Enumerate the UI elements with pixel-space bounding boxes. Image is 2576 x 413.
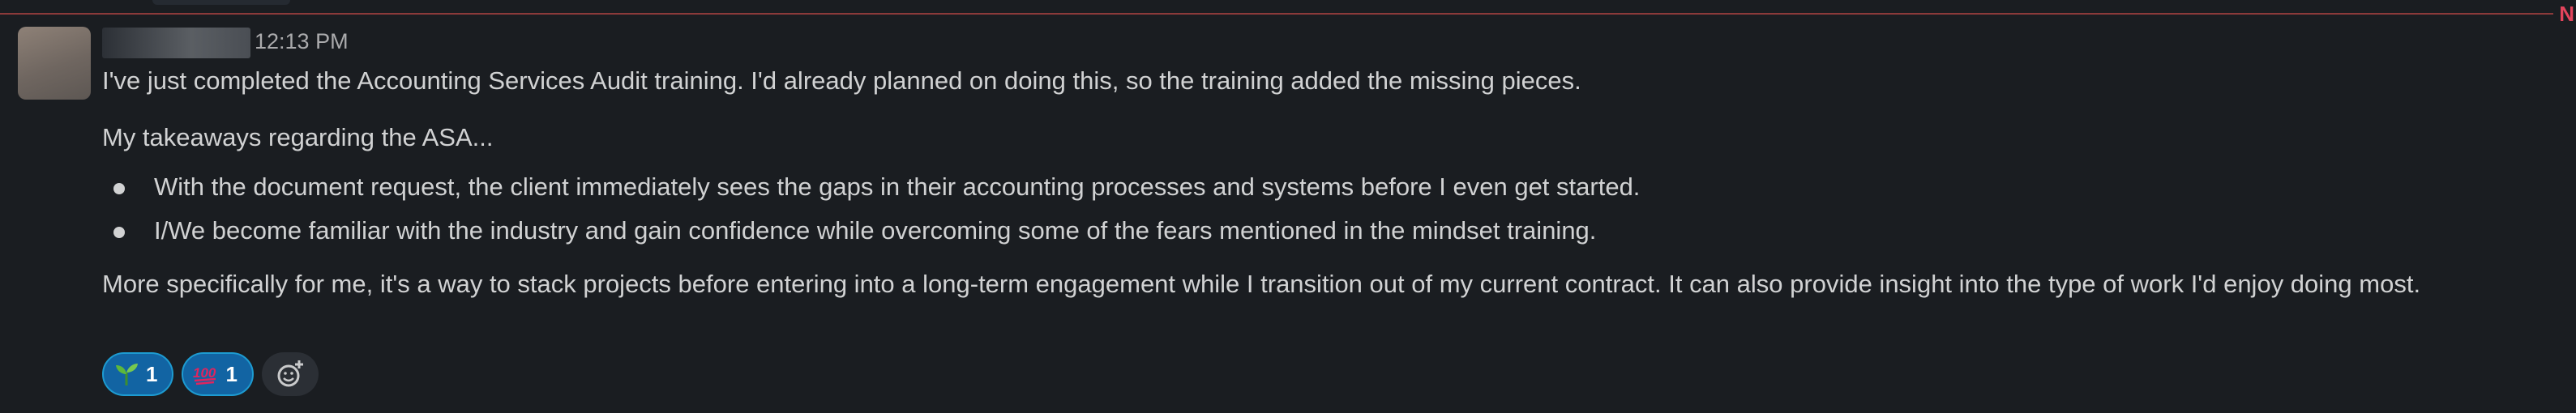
add-reaction-button[interactable] [261,352,319,396]
bullet-dot [113,227,125,238]
reaction-seedling[interactable]: 1 [102,352,174,396]
bullet-item: I/We become familiar with the industry a… [102,211,1640,254]
message-paragraph: My takeaways regarding the ASA... [102,123,494,151]
message-bullet-list: With the document request, the client im… [102,167,1640,254]
avatar[interactable] [18,27,91,100]
message-paragraph: I've just completed the Accounting Servi… [102,66,1581,95]
message-paragraph: More specifically for me, it's a way to … [102,270,2421,298]
new-messages-divider [0,13,2553,15]
scroll-tab [152,0,290,5]
reaction-hundred[interactable]: 100 1 [182,352,254,396]
reaction-count: 1 [225,361,237,386]
sender-name-redacted[interactable] [102,28,250,58]
message-timestamp[interactable]: 12:13 PM [255,29,349,54]
hundred-points-emoji-icon: 100 [193,365,216,385]
new-messages-label: N [2559,2,2574,26]
bullet-text: I/We become familiar with the industry a… [154,216,1597,245]
reaction-count: 1 [146,361,158,386]
add-emoji-icon [277,360,303,387]
reactions-bar: 1 100 1 [102,352,319,396]
seedling-emoji-icon [116,364,138,385]
bullet-dot [113,183,125,194]
bullet-item: With the document request, the client im… [102,167,1640,211]
bullet-text: With the document request, the client im… [154,172,1641,201]
